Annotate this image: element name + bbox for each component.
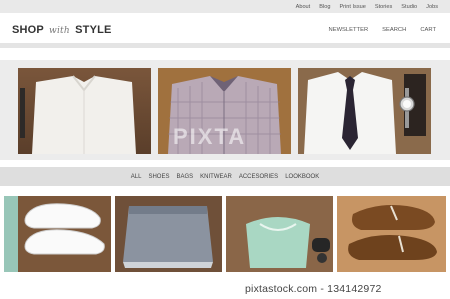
topnav-about[interactable]: About <box>296 4 311 10</box>
lace-top-image <box>226 196 333 272</box>
brown-shoes-image <box>337 196 446 272</box>
denim-skirt-image <box>115 196 222 272</box>
topnav-studio[interactable]: Studio <box>401 4 417 10</box>
logo-word-style: STYLE <box>75 24 112 36</box>
main-nav: NEWSLETTER SEARCH CART <box>329 27 436 33</box>
logo-word-shop: SHOP <box>12 24 44 36</box>
product-tile-denim-skirt[interactable] <box>115 196 222 272</box>
category-knitwear[interactable]: KNITWEAR <box>200 174 232 180</box>
nav-newsletter[interactable]: NEWSLETTER <box>329 27 369 33</box>
hero-tile-white-shirt[interactable] <box>18 68 151 154</box>
page: About Blog Print Issue Stories Studio Jo… <box>0 0 450 299</box>
pixta-watermark-caption: pixtastock.com - 134142972 <box>245 283 382 295</box>
white-shirt-image <box>18 68 151 154</box>
logo-word-with: with <box>49 26 70 36</box>
topnav-blog[interactable]: Blog <box>319 4 330 10</box>
category-bags[interactable]: BAGS <box>176 174 193 180</box>
header-divider <box>0 43 450 48</box>
category-shoes[interactable]: SHOES <box>148 174 169 180</box>
topnav-jobs[interactable]: Jobs <box>426 4 438 10</box>
product-grid <box>0 196 450 272</box>
topnav-stories[interactable]: Stories <box>375 4 392 10</box>
product-tile-brown-shoes[interactable] <box>337 196 446 272</box>
sneakers-image <box>4 196 111 272</box>
product-tile-lace-top[interactable] <box>226 196 333 272</box>
category-accesories[interactable]: ACCESORIES <box>239 174 278 180</box>
hero-tile-dress-shirt[interactable] <box>298 68 431 154</box>
site-header: SHOP with STYLE NEWSLETTER SEARCH CART <box>0 13 450 47</box>
dress-shirt-image <box>298 68 431 154</box>
nav-search[interactable]: SEARCH <box>382 27 406 33</box>
nav-cart[interactable]: CART <box>420 27 436 33</box>
top-utility-nav: About Blog Print Issue Stories Studio Jo… <box>0 0 450 13</box>
topnav-print-issue[interactable]: Print Issue <box>339 4 365 10</box>
product-tile-sneakers[interactable] <box>4 196 111 272</box>
footer-strip <box>0 279 450 299</box>
category-all[interactable]: ALL <box>131 174 142 180</box>
category-lookbook[interactable]: LOOKBOOK <box>285 174 319 180</box>
pixta-watermark-center: PIXTA <box>173 124 247 149</box>
category-filter-bar: ALL SHOES BAGS KNITWEAR ACCESORIES LOOKB… <box>0 167 450 186</box>
site-logo[interactable]: SHOP with STYLE <box>12 24 112 36</box>
